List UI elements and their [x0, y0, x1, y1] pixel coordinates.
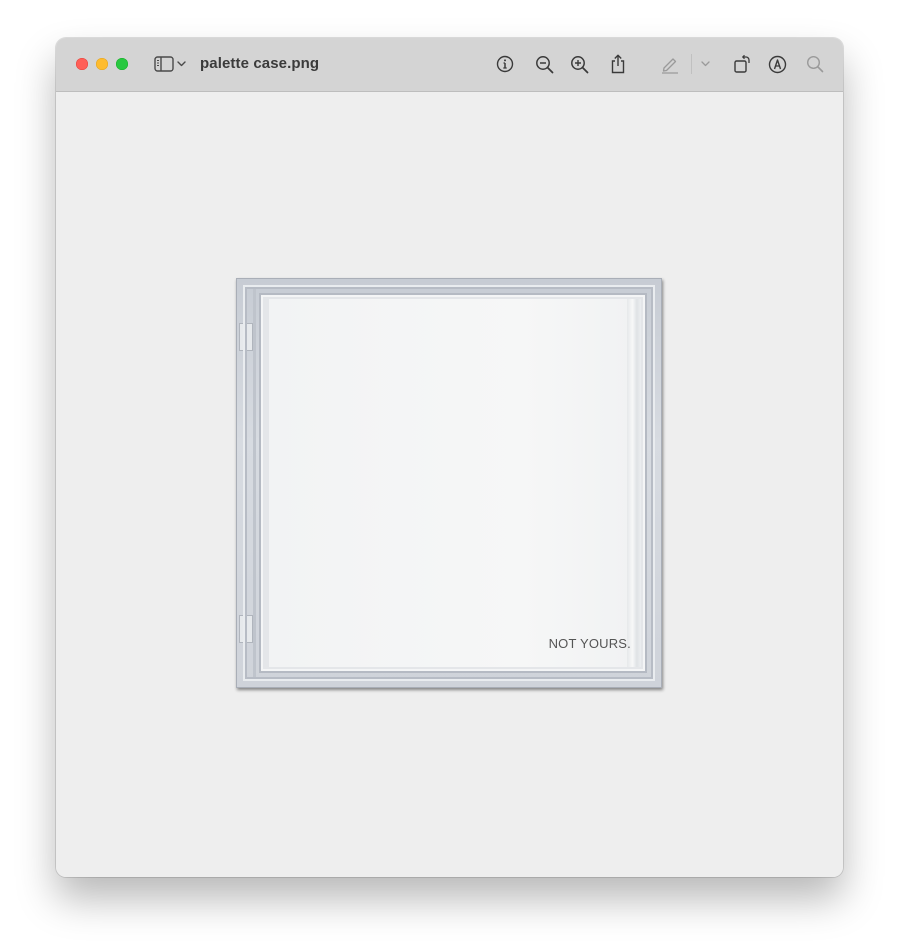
case-edge-reflection	[627, 299, 641, 667]
image-canvas[interactable]: NOT YOURS.	[56, 92, 843, 877]
preview-window: palette case.png NOT YOURS.	[56, 38, 843, 877]
title-bar: palette case.png	[56, 38, 843, 92]
chevron-down-icon	[176, 61, 186, 67]
share-icon	[611, 54, 625, 74]
minimize-button[interactable]	[96, 58, 108, 70]
markup-menu-button[interactable]	[698, 52, 712, 76]
search-button[interactable]	[803, 52, 827, 76]
sidebar-menu-button[interactable]	[174, 52, 188, 76]
case-label-text: NOT YOURS.	[548, 636, 631, 651]
sidebar-toggle-button[interactable]	[152, 52, 176, 76]
close-button[interactable]	[76, 58, 88, 70]
search-icon	[806, 55, 824, 73]
share-button[interactable]	[606, 52, 630, 76]
zoom-out-button[interactable]	[532, 52, 556, 76]
zoom-in-button[interactable]	[567, 52, 591, 76]
markup-button[interactable]	[765, 52, 789, 76]
markup-pen-icon	[662, 58, 678, 74]
rotate-icon	[734, 54, 750, 73]
case-insert	[269, 299, 631, 667]
zoom-out-icon	[535, 55, 553, 73]
zoom-button[interactable]	[116, 58, 128, 70]
zoom-in-icon	[570, 55, 588, 73]
info-icon	[496, 55, 514, 73]
rotate-button[interactable]	[730, 52, 754, 76]
markup-icon	[768, 55, 786, 73]
markup-pen-button[interactable]	[658, 52, 682, 76]
jewel-case-image: NOT YOURS.	[236, 278, 662, 688]
window-title: palette case.png	[200, 55, 320, 72]
chevron-down-icon	[700, 61, 710, 67]
sidebar-toggle-icon	[154, 56, 174, 72]
case-inner-frame	[259, 293, 647, 673]
toolbar-separator	[691, 54, 692, 74]
info-button[interactable]	[493, 52, 517, 76]
